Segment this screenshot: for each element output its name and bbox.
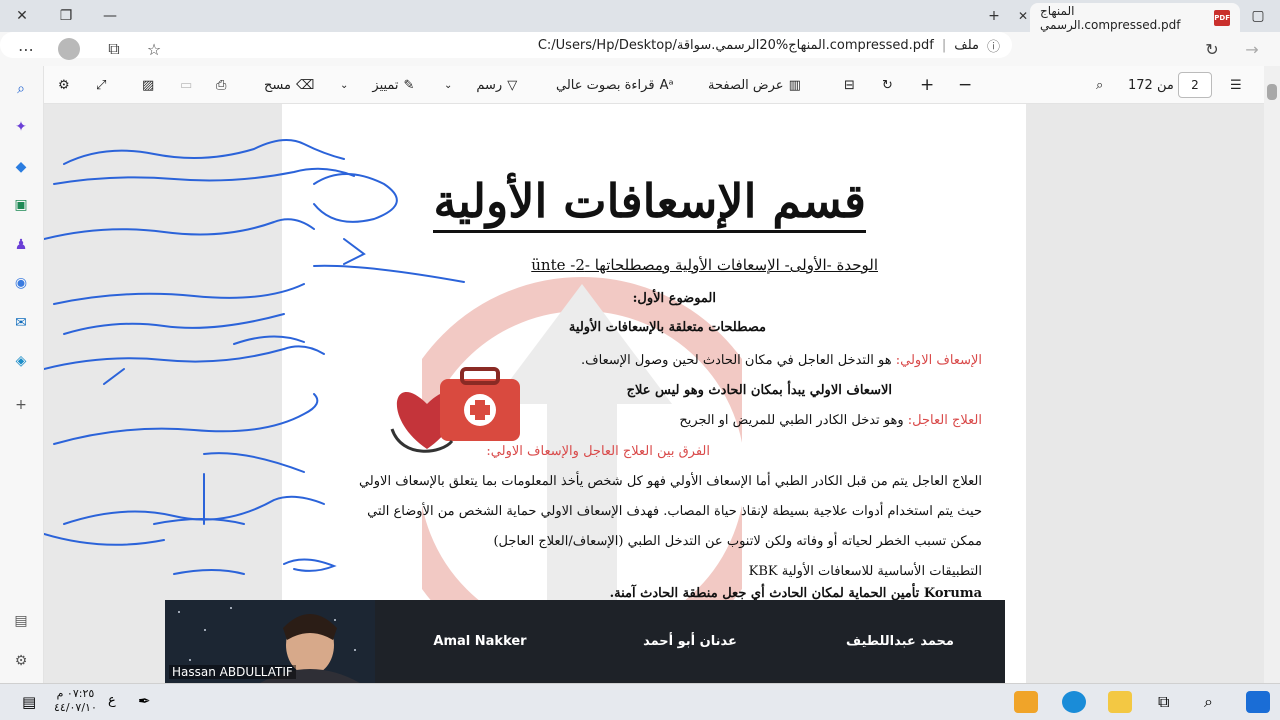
page-view-label: عرض الصفحة [708,77,784,93]
edge-app-icon[interactable] [1062,691,1086,713]
read-aloud-icon: Aᵃ [659,77,674,93]
add-icon[interactable]: + [10,394,32,416]
store-app-icon[interactable] [1014,691,1038,713]
refresh-icon[interactable]: ↻ [1200,37,1224,61]
start-icon[interactable] [1246,691,1270,713]
erase-button[interactable]: مسح ⌫ [264,75,314,95]
draw-label: رسم [476,77,503,93]
tab-actions-icon[interactable]: ▢ [1236,0,1280,32]
page-view-button[interactable]: عرض الصفحة ▥ [708,75,801,95]
drop-icon[interactable]: ◈ [10,350,32,372]
def1-bold: الاسعاف الاولي يبدأ بمكان الحادث وهو ليس… [626,383,892,398]
erase-label: مسح [264,77,291,93]
file-label: ملف [954,37,979,53]
vertical-scrollbar[interactable] [1264,66,1280,683]
tab-bar: ✕ ❐ — + ✕ المنهاج الرسمي.compressed.pdf … [0,0,1280,32]
read-aloud-button[interactable]: قراءة بصوت عالي Aᵃ [556,75,674,95]
contents-icon[interactable]: ☰ [1230,75,1242,95]
read-aloud-label: قراءة بصوت عالي [556,77,655,93]
search-taskbar-icon[interactable]: ⌕ [1204,692,1213,712]
pen-tray-icon[interactable]: ✒ [138,692,151,710]
tile-caption: Hassan ABDULLATIF [169,665,296,679]
unit-heading: الوحدة -الأولى- الإسعافات الأولية ومصطلح… [531,256,878,274]
scrollbar-thumb[interactable] [1267,84,1277,100]
video-call-strip: Hassan ABDULLATIF Amal Nakker Amal Nakke… [165,600,1005,702]
search-icon[interactable]: ⌕ [10,78,32,100]
settings-icon[interactable]: ⚙ [10,650,32,672]
tools-icon[interactable]: ▣ [10,194,32,216]
terms-heading: مصطلحات متعلقة بالإسعافات الأولية [568,320,766,335]
office-icon[interactable]: ◉ [10,272,32,294]
page-count: من 172 [1128,77,1174,93]
zoom-out-icon[interactable]: − [958,75,972,95]
page-view-icon: ▥ [788,77,801,93]
language-indicator[interactable]: ع [108,693,116,708]
tile-name: محمد عبداللطيف [846,634,954,649]
highlight-label: تمييز [372,77,399,93]
topic-heading: الموضوع الأول: [632,291,716,306]
draw-button[interactable]: ⌄ رسم ▽ [444,75,517,95]
def1-line: الإسعاف الاولي: هو التدخل العاجل في مكان… [581,353,982,368]
minimize-icon[interactable]: — [88,0,132,32]
ink-annotations [44,139,465,575]
settings-gear-icon[interactable]: ⚙ [58,75,70,95]
diff-heading: الفرق بين العلاج العاجل والإسعاف الاولي: [486,444,710,459]
restore-icon[interactable]: ❐ [44,0,88,32]
print-icon[interactable]: ⎙ [216,75,226,95]
highlight-button[interactable]: ⌄ تمييز ✎ [340,75,414,95]
notification-icon[interactable]: ▤ [22,693,36,711]
taskbar: ▤ ٠٧:٢٥ م ٤٤/٠٧/١٠ ع ✒ ⧉ ⌕ [0,683,1280,720]
address-bar-row: ⋯ ⧉ ☆ C:/Users/Hp/Desktop/المنهاج%20الرس… [0,32,1280,66]
expand-icon[interactable]: ⤢ [96,75,106,95]
shopping-icon[interactable]: ◆ [10,156,32,178]
edge-sidebar: ⌕ ✦ ◆ ▣ ♟ ◉ ✉ ◈ + ▤ ⚙ [0,66,44,683]
tile-name: Amal Nakker [433,634,527,649]
url-text: C:/Users/Hp/Desktop/المنهاج%20الرسمي.سوا… [537,37,934,53]
save-as-icon[interactable]: ▨ [142,75,154,95]
find-icon[interactable]: ⌕ [1096,75,1103,95]
collections-icon[interactable]: ⧉ [102,37,126,61]
file-explorer-icon[interactable] [1108,691,1132,713]
chevron-down-icon: ⌄ [340,79,349,91]
koruma-line: Koruma تأمين الحماية لمكان الحادث أي جعل… [609,586,982,601]
video-tile-amal[interactable]: Amal Nakker Amal Nakker [375,600,585,702]
copilot-icon[interactable]: ✦ [10,116,32,138]
outlook-icon[interactable]: ✉ [10,312,32,334]
forward-icon[interactable]: → [1240,37,1264,61]
save-icon[interactable]: ▭ [180,75,192,95]
video-tile-hassan[interactable]: Hassan ABDULLATIF [165,600,375,683]
rotate-icon[interactable]: ↻ [882,75,893,95]
paragraph-line-3: ممكن تسبب الخطر لحياته أو وفاته ولكن لات… [493,534,982,549]
pdf-icon: PDF [1214,9,1230,26]
task-view-icon[interactable]: ⧉ [1158,692,1169,712]
games-icon[interactable]: ♟ [10,234,32,256]
pdf-tab[interactable]: المنهاج الرسمي.compressed.pdf PDF [1030,3,1240,32]
tile-name: عدنان أبو أحمد [643,634,737,649]
pdf-toolbar: ⚙ ⤢ ▨ ▭ ⎙ مسح ⌫ ⌄ تمييز ✎ ⌄ رسم ▽ قراءة بصو… [44,66,1280,104]
highlighter-icon: ✎ [403,77,415,93]
pen-icon: ▽ [507,77,518,93]
page-number-input[interactable]: 2 [1178,72,1212,98]
favorites-icon[interactable]: ☆ [142,37,166,61]
sidebar-toggle-icon[interactable]: ▤ [10,610,32,632]
zoom-in-icon[interactable]: + [920,75,934,95]
more-icon[interactable]: ⋯ [14,37,38,61]
chevron-down-icon: ⌄ [444,79,453,91]
clock[interactable]: ٠٧:٢٥ م ٤٤/٠٧/١٠ [54,687,97,715]
tab-title: المنهاج الرسمي.compressed.pdf [1040,3,1181,32]
def2-line: العلاج العاجل: وهو تدخل الكادر الطبي للم… [679,413,982,428]
fit-icon[interactable]: ⊟ [844,75,855,95]
eraser-icon: ⌫ [295,77,315,93]
apps-line: التطبيقات الأساسية للاسعافات الأولية KBK [748,564,982,579]
pdf-viewer[interactable]: قسم الإسعافات الأولية الوحدة -الأولى- ال… [44,104,1264,683]
video-tile-mohammad[interactable]: محمد عبداللطيف محمد عبداللطيف [795,600,1005,702]
info-icon: ⓘ [986,39,1000,55]
video-tile-adnan[interactable]: عدنان أبو أحمد عدنان أبو أحمد [585,600,795,702]
avatar[interactable] [58,38,80,60]
close-window-icon[interactable]: ✕ [0,0,44,32]
